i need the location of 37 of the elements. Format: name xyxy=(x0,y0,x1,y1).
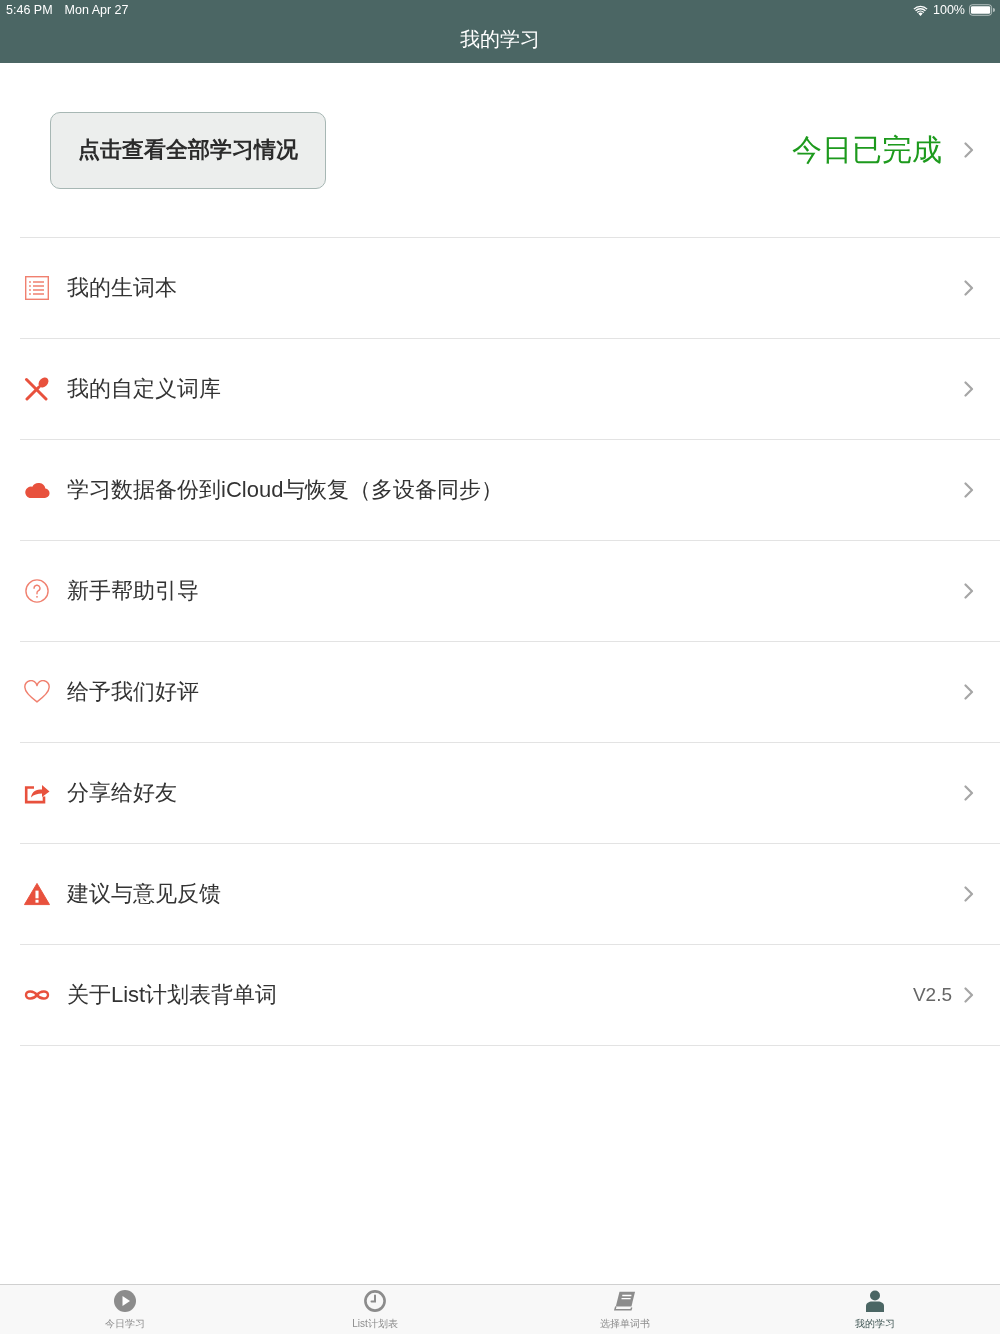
chevron-icon xyxy=(964,987,974,1003)
menu-row[interactable]: 分享给好友 xyxy=(20,743,1000,844)
menu-row[interactable]: 学习数据备份到iCloud与恢复（多设备同步） xyxy=(20,440,1000,541)
clock-icon xyxy=(364,1290,386,1312)
heart-icon xyxy=(24,680,50,704)
help-icon xyxy=(24,579,50,603)
infinity-icon xyxy=(24,989,50,1001)
menu-row[interactable]: 关于List计划表背单词 V2.5 xyxy=(20,945,1000,1046)
chevron-icon xyxy=(964,886,974,902)
menu-row[interactable]: 我的自定义词库 xyxy=(20,339,1000,440)
menu-row[interactable]: 新手帮助引导 xyxy=(20,541,1000,642)
version-text: V2.5 xyxy=(912,984,952,1006)
completion-status-link[interactable]: 今日已完成 xyxy=(792,129,974,171)
battery-icon xyxy=(969,4,995,16)
utensils-icon xyxy=(24,377,50,401)
study-overview-button[interactable]: 点击查看全部学习情况 xyxy=(50,111,326,189)
chevron-icon xyxy=(964,583,974,599)
chevron-icon xyxy=(964,280,974,296)
chevron-icon xyxy=(964,684,974,700)
list-icon xyxy=(24,276,50,300)
battery-percent: 100% xyxy=(933,3,965,17)
menu-row[interactable]: 我的生词本 xyxy=(20,238,1000,339)
book-icon xyxy=(614,1290,636,1312)
status-time: 5:46 PM xyxy=(6,3,53,17)
chevron-icon xyxy=(964,482,974,498)
wifi-icon xyxy=(913,4,928,16)
chevron-icon xyxy=(964,381,974,397)
menu-row[interactable]: 建议与意见反馈 xyxy=(20,844,1000,945)
chevron-icon xyxy=(964,785,974,801)
chevron-icon xyxy=(964,142,974,158)
nav-title: 我的学习 xyxy=(460,27,540,52)
menu-row[interactable]: 给予我们好评 xyxy=(20,642,1000,743)
person-icon xyxy=(864,1290,886,1312)
status-date: Mon Apr 27 xyxy=(64,3,129,17)
play-circle-icon xyxy=(114,1290,136,1312)
warning-icon xyxy=(24,882,50,906)
tab-bar-item[interactable]: 我的学习 xyxy=(750,1285,1000,1334)
